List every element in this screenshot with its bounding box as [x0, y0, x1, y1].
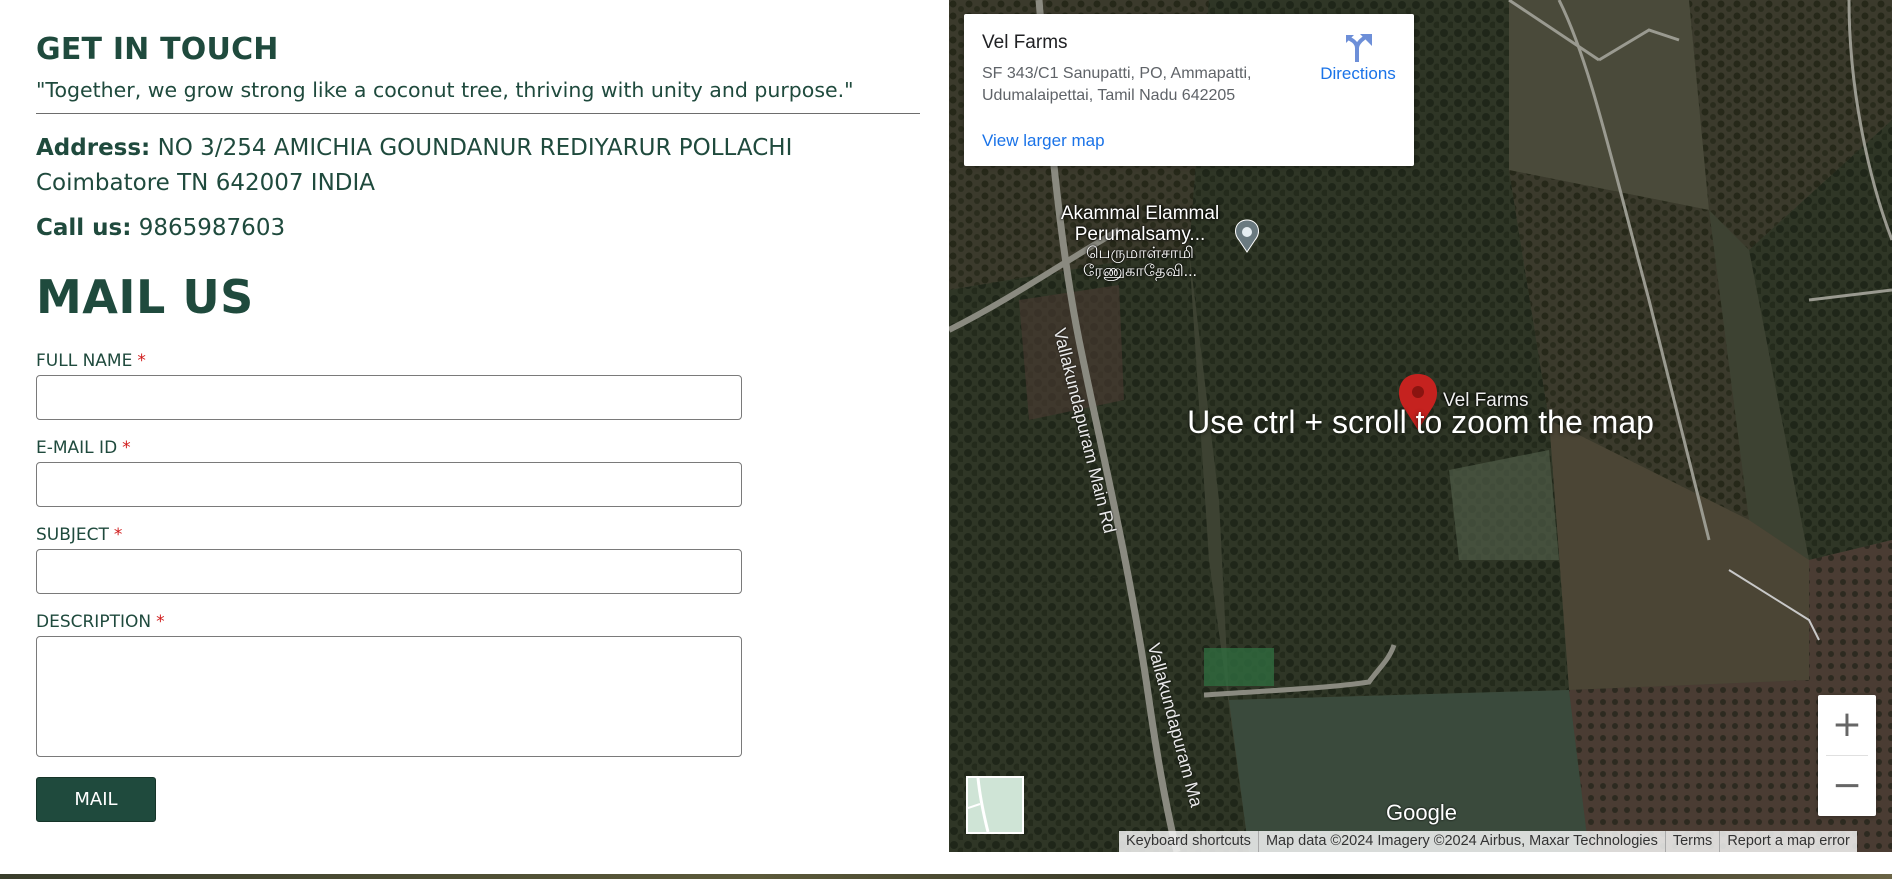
terms-link[interactable]: Terms — [1666, 831, 1719, 852]
full-name-input[interactable] — [36, 375, 742, 420]
temple-label-line: பெருமாள்சாமி — [1086, 245, 1194, 262]
temple-label-line: ரேணுகாதேவி... — [1083, 263, 1197, 280]
google-logo: Google — [1386, 800, 1457, 825]
divider — [36, 113, 920, 114]
email-label-text: E-MAIL ID — [36, 438, 118, 458]
temple-label-line: Akammal Elammal — [1060, 203, 1220, 224]
phone-block: Call us: 9865987603 — [36, 215, 285, 241]
zoom-in-button[interactable]: + — [1818, 695, 1876, 755]
page-bottom-edge — [0, 874, 1892, 879]
zoom-controls: + − — [1818, 695, 1876, 816]
address-line-2: Coimbatore TN 642007 INDIA — [36, 170, 376, 196]
mail-us-heading: MAIL US — [36, 270, 254, 324]
temple-label[interactable]: Akammal Elammal Perumalsamy... பெருமாள்ச… — [1051, 203, 1229, 281]
place-name: Vel Farms — [982, 32, 1068, 53]
map-data-credit: Map data ©2024 Imagery ©2024 Airbus, Max… — [1265, 833, 1658, 849]
tagline-quote: "Together, we grow strong like a coconut… — [36, 78, 854, 102]
report-map-error-link[interactable]: Report a map error — [1720, 831, 1857, 852]
required-asterisk: * — [113, 525, 123, 545]
mail-submit-button[interactable]: MAIL — [36, 777, 156, 822]
zoom-out-button[interactable]: − — [1818, 756, 1876, 816]
description-textarea[interactable] — [36, 636, 742, 757]
map-thumbnail-icon — [968, 778, 1022, 832]
phone-label: Call us: — [36, 215, 132, 241]
view-larger-map-link[interactable]: View larger map — [982, 131, 1105, 151]
subject-label: SUBJECT * — [36, 525, 122, 545]
subject-input[interactable] — [36, 549, 742, 594]
directions-icon — [1346, 34, 1372, 62]
directions-label: Directions — [1320, 64, 1396, 83]
required-asterisk: * — [156, 612, 165, 632]
place-address: SF 343/C1 Sanupatti, PO, Ammapatti, Udum… — [982, 65, 1252, 104]
embedded-map[interactable]: Vel Farms SF 343/C1 Sanupatti, PO, Ammap… — [949, 0, 1892, 852]
email-label: E-MAIL ID * — [36, 438, 131, 458]
required-asterisk: * — [122, 438, 131, 458]
description-label: DESCRIPTION * — [36, 612, 165, 632]
full-name-label: FULL NAME * — [36, 351, 146, 371]
address-line-1: NO 3/254 AMICHIA GOUNDANUR REDIYARUR POL… — [157, 135, 793, 161]
directions-button[interactable]: Directions — [1310, 32, 1406, 84]
email-input[interactable] — [36, 462, 742, 507]
map-type-toggle[interactable] — [966, 776, 1024, 834]
zoom-hint-overlay: Use ctrl + scroll to zoom the map — [1187, 404, 1654, 440]
full-name-label-text: FULL NAME — [36, 351, 133, 371]
address-block: Address: NO 3/254 AMICHIA GOUNDANUR REDI… — [36, 131, 920, 201]
subject-label-text: SUBJECT — [36, 525, 109, 545]
description-label-text: DESCRIPTION — [36, 612, 152, 632]
map-attribution-bar: Keyboard shortcuts Map data ©2024 Imager… — [1119, 831, 1857, 852]
get-in-touch-heading: GET IN TOUCH — [36, 32, 279, 67]
phone-number: 9865987603 — [138, 215, 286, 241]
required-asterisk: * — [137, 351, 146, 371]
temple-label-line: Perumalsamy... — [1074, 224, 1206, 245]
address-label: Address: — [36, 135, 151, 161]
place-info-card: Vel Farms SF 343/C1 Sanupatti, PO, Ammap… — [964, 14, 1414, 166]
keyboard-shortcuts-link[interactable]: Keyboard shortcuts — [1119, 831, 1258, 852]
